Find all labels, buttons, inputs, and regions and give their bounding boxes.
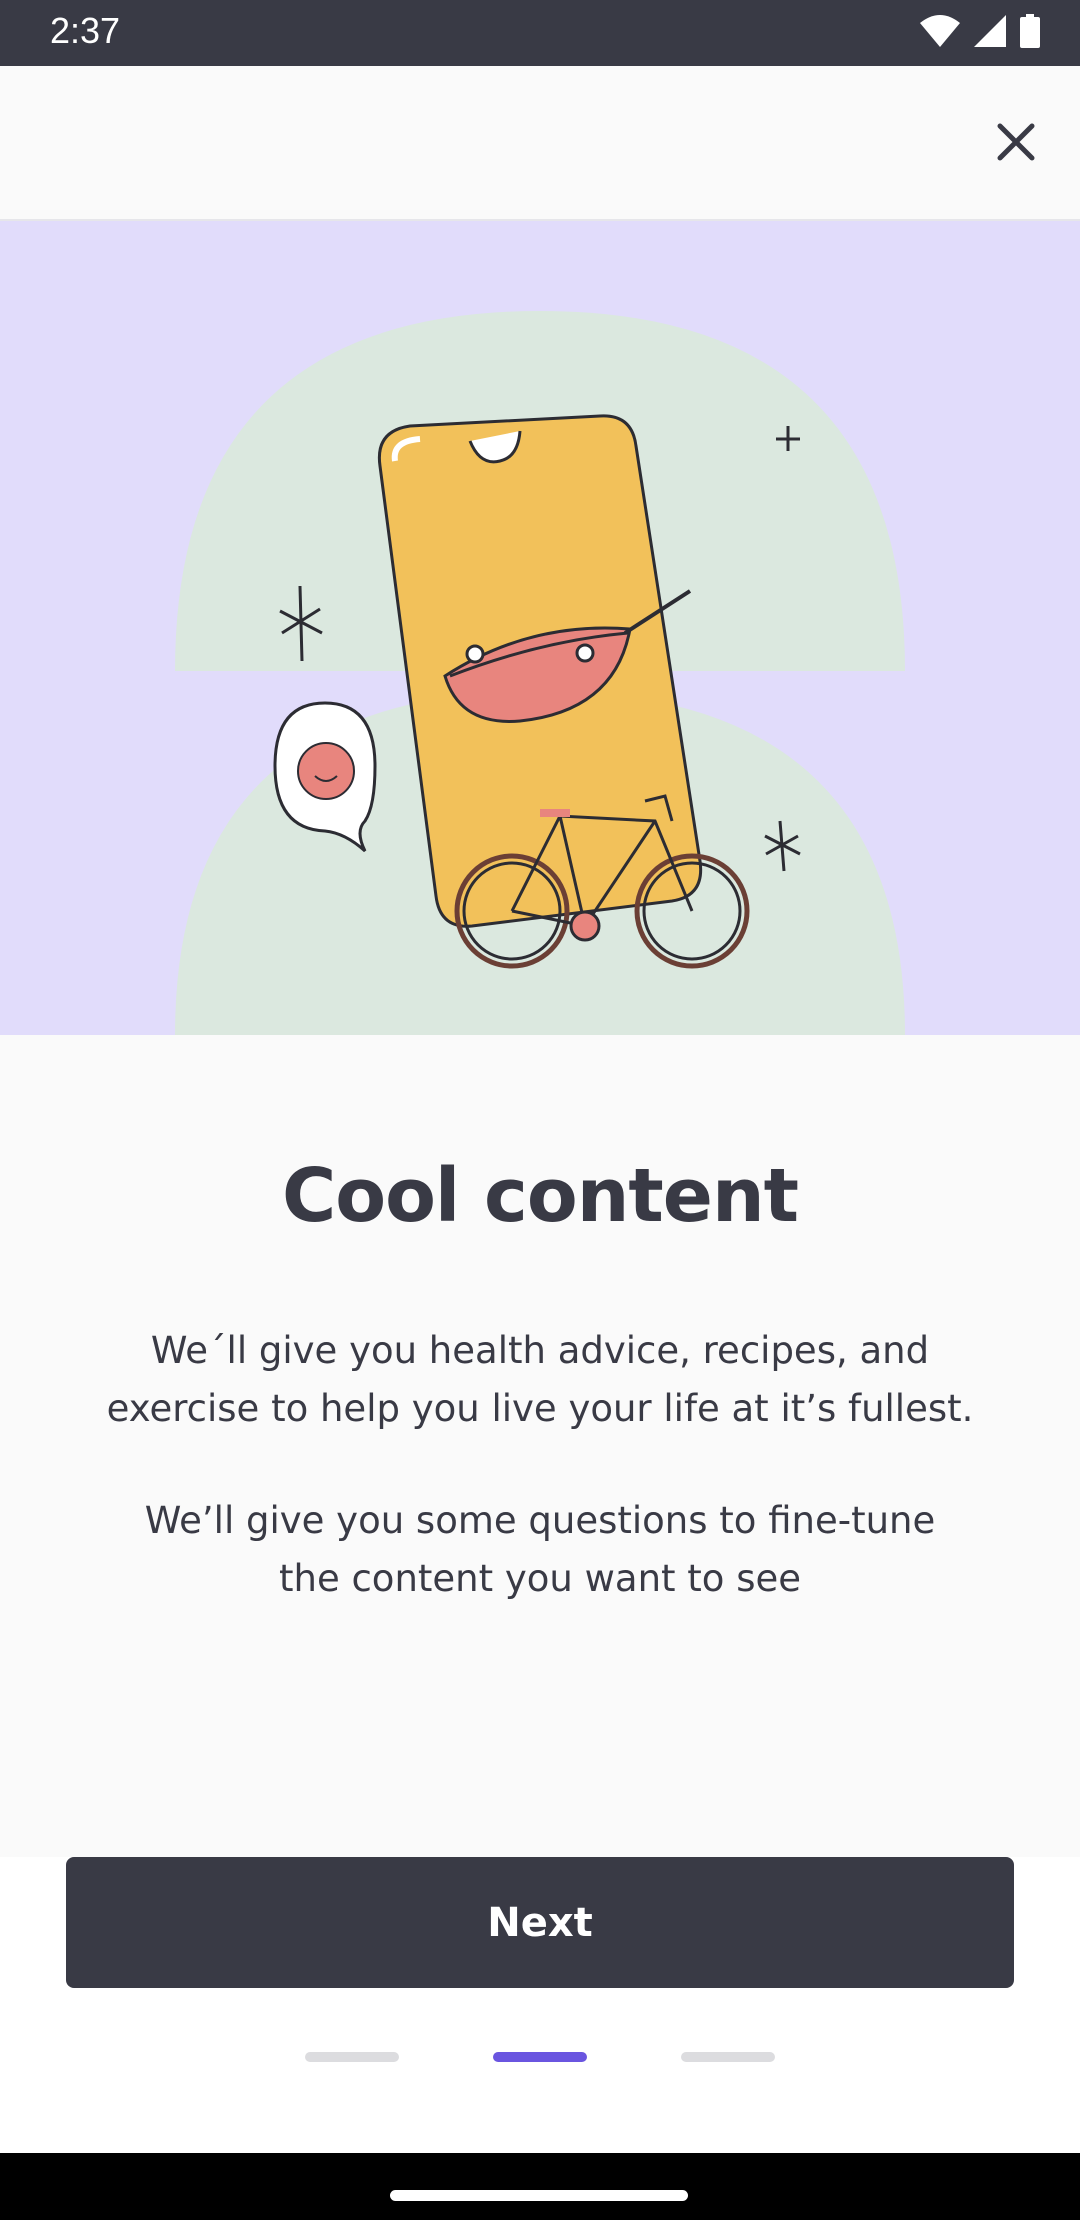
- cellular-signal-icon: [974, 15, 1006, 51]
- hero-illustration: [0, 221, 1080, 1035]
- content-section: Cool content We´ll give you health advic…: [0, 1035, 1080, 1857]
- description-paragraph: We´ll give you health advice, recipes, a…: [0, 1322, 1080, 1438]
- page-indicator: [0, 2052, 1080, 2068]
- page-dot-3[interactable]: [681, 2052, 775, 2062]
- status-icons: [920, 14, 1040, 52]
- description-line: exercise to help you live your life at i…: [106, 1387, 974, 1430]
- page-title: Cool content: [281, 1153, 799, 1239]
- description-paragraph: We’ll give you some questions to fine-tu…: [0, 1492, 1080, 1608]
- page-dot-1[interactable]: [305, 2052, 399, 2062]
- status-bar: 2:37: [0, 0, 1080, 66]
- wifi-icon: [920, 15, 960, 51]
- close-icon: [996, 122, 1036, 166]
- system-nav-bar: [0, 2153, 1080, 2220]
- description-line: We’ll give you some questions to fine-tu…: [144, 1499, 936, 1542]
- onboarding-illustration: [0, 221, 1080, 1035]
- close-button[interactable]: [978, 106, 1054, 182]
- next-button[interactable]: Next: [66, 1857, 1014, 1988]
- top-bar: [0, 66, 1080, 221]
- home-indicator[interactable]: [390, 2190, 688, 2201]
- page-dot-2[interactable]: [493, 2052, 587, 2062]
- battery-icon: [1020, 14, 1040, 52]
- description-line: We´ll give you health advice, recipes, a…: [150, 1329, 930, 1372]
- description-line: the content you want to see: [278, 1557, 801, 1600]
- status-time: 2:37: [50, 10, 121, 51]
